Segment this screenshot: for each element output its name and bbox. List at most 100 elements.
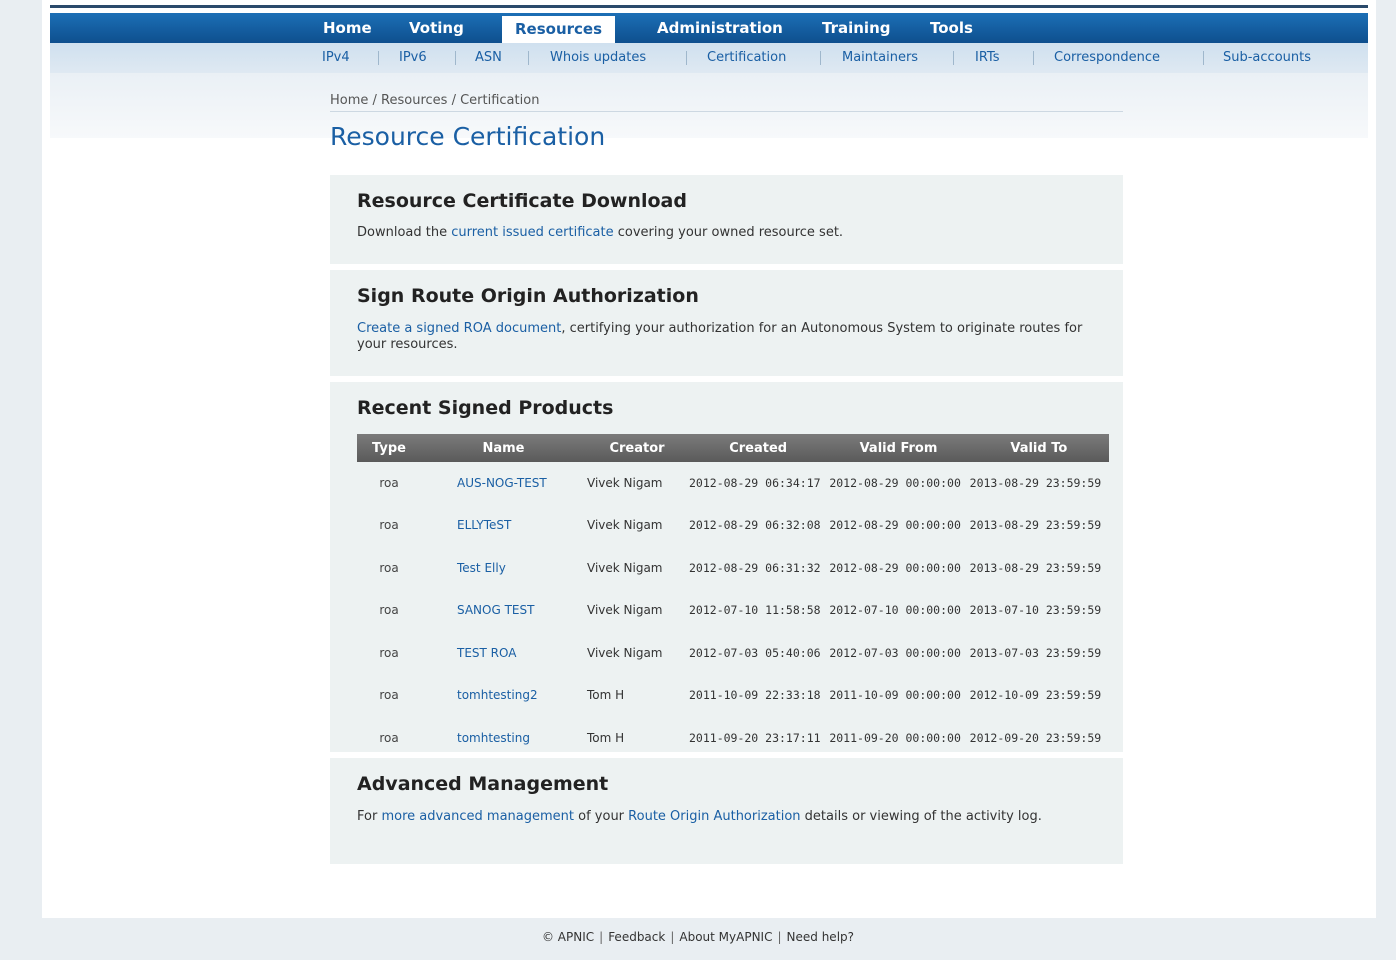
cell-name: tomhtesting2 (421, 675, 586, 718)
product-name-link[interactable]: AUS-NOG-TEST (457, 476, 547, 490)
subnav-correspondence[interactable]: Correspondence (1054, 43, 1160, 73)
cell-name: TEST ROA (421, 632, 586, 675)
table-row: roa tomhtesting2 Tom H 2011-10-09 22:33:… (357, 675, 1109, 718)
cell-valid-to: 2012-10-09 23:59:59 (969, 688, 1102, 703)
advanced-post-text: details or viewing of the activity log. (800, 809, 1042, 824)
cell-valid-from: 2012-08-29 00:00:00 (829, 518, 961, 533)
advanced-management-link[interactable]: more advanced management (381, 809, 574, 824)
certificate-download-panel: Resource Certificate Download Download t… (330, 175, 1123, 264)
subnav-divider (1203, 51, 1204, 65)
footer-copyright: © APNIC (541, 930, 595, 944)
footer-separator: | (599, 930, 604, 944)
cell-valid-to: 2013-08-29 23:59:59 (969, 518, 1102, 533)
cell-created: 2011-10-09 22:33:18 (689, 688, 821, 703)
subnav-ipv4[interactable]: IPv4 (322, 43, 350, 73)
product-name-link[interactable]: tomhtesting (457, 731, 530, 745)
cell-valid-from: 2012-08-29 00:00:00 (829, 475, 961, 490)
cell-type: roa (379, 518, 399, 533)
footer-separator: | (777, 930, 782, 944)
product-name-link[interactable]: tomhtesting2 (457, 688, 538, 702)
cell-created: 2012-07-03 05:40:06 (689, 645, 821, 660)
subnav-irts[interactable]: IRTs (975, 43, 999, 73)
subnav-divider (820, 51, 821, 65)
table-row: roa tomhtesting Tom H 2011-09-20 23:17:1… (357, 717, 1109, 760)
cell-valid-to: 2013-07-03 23:59:59 (969, 645, 1102, 660)
nav-home[interactable]: Home (323, 13, 372, 43)
subnav-divider (455, 51, 456, 65)
breadcrumb-home[interactable]: Home (330, 93, 368, 108)
cell-type: roa (379, 645, 399, 660)
current-certificate-link[interactable]: current issued certificate (451, 225, 613, 240)
cell-type: roa (379, 688, 399, 703)
sign-roa-panel: Sign Route Origin Authorization Create a… (330, 270, 1123, 376)
route-origin-authorization-link[interactable]: Route Origin Authorization (628, 809, 800, 824)
footer-feedback-link[interactable]: Feedback (608, 930, 665, 944)
subnav-ipv6[interactable]: IPv6 (399, 43, 427, 73)
cell-type: roa (379, 730, 399, 745)
cell-name: AUS-NOG-TEST (421, 462, 586, 505)
nav-training[interactable]: Training (822, 13, 890, 43)
column-header-valid-from: Valid From (828, 434, 969, 462)
subnav-maintainers[interactable]: Maintainers (842, 43, 918, 73)
footer: © APNIC | Feedback | About MyAPNIC | Need help… (0, 930, 1396, 944)
cell-valid-to: 2013-08-29 23:59:59 (969, 475, 1102, 490)
advanced-pre-text: For (357, 809, 382, 824)
product-name-link[interactable]: TEST ROA (457, 646, 516, 660)
top-line (50, 5, 1368, 8)
main-nav: Home Voting Resources Administration Tra… (50, 13, 1368, 43)
product-name-link[interactable]: Test Elly (457, 561, 506, 575)
cell-created: 2012-08-29 06:32:08 (689, 518, 821, 533)
product-name-link[interactable]: ELLYTeST (457, 518, 511, 532)
sub-nav: IPv4 IPv6 ASN Whois updates Certificatio… (50, 43, 1368, 73)
table-row: roa AUS-NOG-TEST Vivek Nigam 2012-08-29 … (357, 462, 1109, 505)
nav-resources[interactable]: Resources (502, 16, 616, 43)
subnav-divider (528, 51, 529, 65)
nav-voting[interactable]: Voting (409, 13, 464, 43)
table-row: roa SANOG TEST Vivek Nigam 2012-07-10 11… (357, 590, 1109, 633)
nav-tools[interactable]: Tools (930, 13, 973, 43)
breadcrumb-resources[interactable]: Resources (381, 93, 447, 108)
cell-valid-from: 2011-10-09 00:00:00 (829, 688, 961, 703)
cell-valid-from: 2012-08-29 00:00:00 (829, 560, 961, 575)
column-header-type: Type (357, 434, 421, 462)
nav-administration[interactable]: Administration (657, 13, 783, 43)
subnav-whois-updates[interactable]: Whois updates (550, 43, 646, 73)
column-header-created: Created (688, 434, 829, 462)
cell-type: roa (379, 475, 399, 490)
advanced-management-text: For more advanced management of your Rou… (357, 809, 1087, 825)
cell-valid-to: 2013-08-29 23:59:59 (969, 560, 1102, 575)
product-name-link[interactable]: SANOG TEST (457, 603, 534, 617)
column-header-valid-to: Valid To (968, 434, 1109, 462)
column-header-name: Name (421, 434, 586, 462)
cell-name: ELLYTeST (421, 505, 586, 548)
cell-valid-from: 2012-07-03 00:00:00 (829, 645, 961, 660)
table-row: roa ELLYTeST Vivek Nigam 2012-08-29 06:3… (357, 505, 1109, 548)
sign-roa-text: Create a signed ROA document, certifying… (357, 321, 1087, 353)
cell-valid-to: 2013-07-10 23:59:59 (969, 603, 1102, 618)
cell-creator: Vivek Nigam (587, 645, 663, 660)
table-row: roa TEST ROA Vivek Nigam 2012-07-03 05:4… (357, 632, 1109, 675)
certificate-download-heading: Resource Certificate Download (357, 190, 687, 212)
subnav-asn[interactable]: ASN (475, 43, 502, 73)
footer-about-link[interactable]: About MyAPNIC (679, 930, 772, 944)
cell-created: 2012-08-29 06:34:17 (689, 475, 821, 490)
column-header-creator: Creator (586, 434, 688, 462)
cell-valid-to: 2012-09-20 23:59:59 (969, 730, 1102, 745)
recent-products-table: Type Name Creator Created Valid From Val… (357, 434, 1109, 760)
certificate-download-text: Download the current issued certificate … (357, 225, 1087, 241)
footer-help-link[interactable]: Need help? (787, 930, 854, 944)
subnav-certification[interactable]: Certification (707, 43, 786, 73)
table-header-row: Type Name Creator Created Valid From Val… (357, 434, 1109, 462)
cell-created: 2011-09-20 23:17:11 (689, 730, 821, 745)
subnav-divider (686, 51, 687, 65)
create-roa-link[interactable]: Create a signed ROA document (357, 321, 561, 336)
cell-type: roa (379, 603, 399, 618)
recent-products-panel: Recent Signed Products Type Name Creator… (330, 382, 1123, 752)
subnav-divider (378, 51, 379, 65)
subnav-sub-accounts[interactable]: Sub-accounts (1223, 43, 1311, 73)
footer-separator: | (670, 930, 675, 944)
cell-name: SANOG TEST (421, 590, 586, 633)
cell-creator: Vivek Nigam (587, 518, 663, 533)
cell-creator: Vivek Nigam (587, 603, 663, 618)
breadcrumb-current: Certification (460, 93, 540, 108)
